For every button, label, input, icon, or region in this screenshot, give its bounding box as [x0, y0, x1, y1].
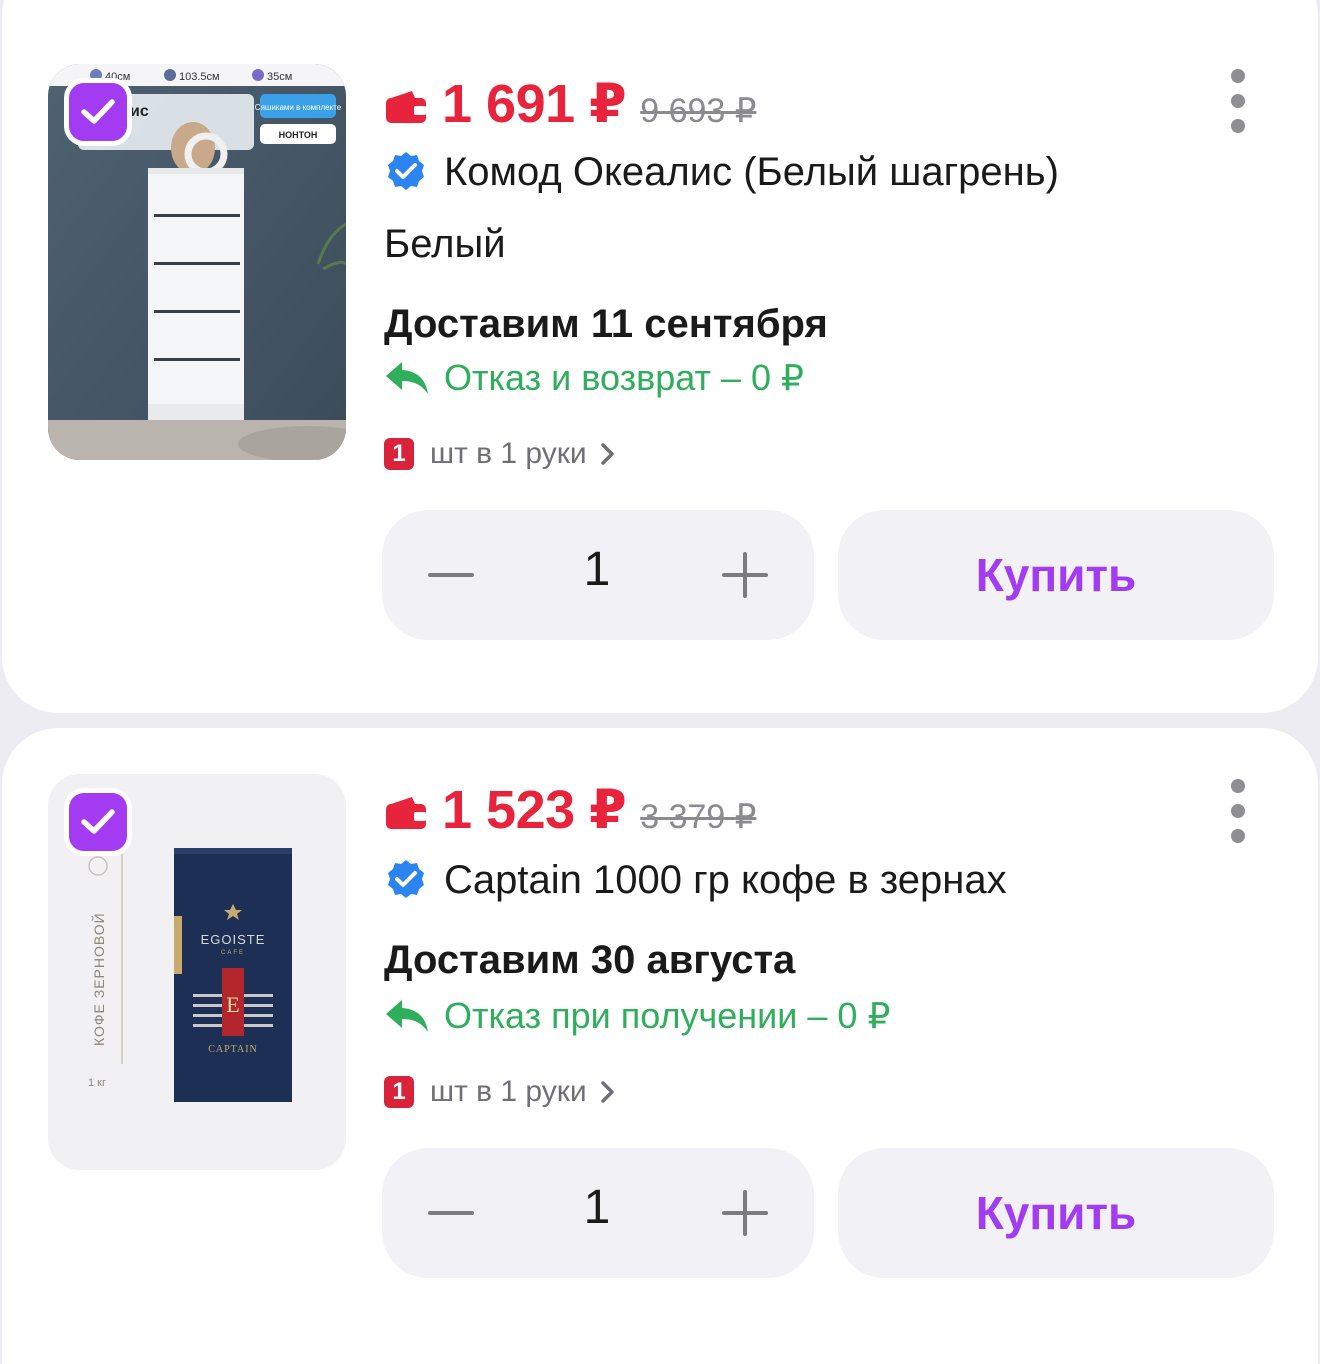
select-checkbox[interactable] — [64, 78, 132, 146]
purchase-limit[interactable]: 1 шт в 1 руки — [384, 434, 619, 474]
check-icon — [81, 809, 115, 834]
delivery-date: Доставим 30 августа — [384, 938, 796, 982]
verified-check-icon — [388, 152, 424, 190]
svg-text:Сяшиками в комплекте: Сяшиками в комплекте — [255, 103, 342, 112]
svg-text:CAFE: CAFE — [221, 950, 245, 956]
select-checkbox[interactable] — [64, 788, 132, 856]
return-policy: Отказ при получении – 0 ₽ — [384, 992, 890, 1040]
chevron-right-icon — [600, 443, 614, 465]
svg-text:EGOISTE: EGOISTE — [201, 932, 266, 947]
old-price: 3 379 ₽ — [640, 798, 757, 836]
limit-badge: 1 — [384, 438, 414, 470]
plus-icon[interactable] — [720, 1188, 770, 1238]
limit-text: шт в 1 руки — [430, 437, 587, 470]
return-text: Отказ при получении – 0 ₽ — [444, 995, 891, 1036]
purchase-limit[interactable]: 1 шт в 1 руки — [384, 1072, 619, 1112]
svg-text:КОФЕ ЗЕРНОВОЙ: КОФЕ ЗЕРНОВОЙ — [90, 912, 107, 1046]
quantity-value: 1 — [583, 1181, 611, 1234]
old-price: 9 693 ₽ — [640, 92, 757, 130]
return-arrow-icon — [386, 1000, 428, 1032]
cart-item-card: КОФЕ ЗЕРНОВОЙ 1 кг EGOISTE CAFE E CAPTAI… — [2, 728, 1318, 1364]
cart-item-card: 40см 103.5см 35см ис Сяшиками в комплект… — [2, 0, 1318, 713]
svg-text:35см: 35см — [267, 71, 292, 83]
svg-text:1 кг: 1 кг — [88, 1077, 106, 1089]
quantity-stepper: 1 — [382, 510, 814, 640]
wallet-icon — [386, 797, 426, 829]
limit-badge: 1 — [384, 1076, 414, 1108]
chevron-right-icon — [600, 1081, 614, 1103]
check-icon — [81, 99, 115, 124]
price-row: 1 691 ₽ 9 693 ₽ — [384, 72, 756, 142]
product-title: Captain 1000 гр кофе в зернах — [444, 857, 1007, 902]
more-vertical-icon[interactable] — [1224, 778, 1252, 844]
svg-text:E: E — [226, 992, 239, 1017]
svg-text:103.5см: 103.5см — [179, 71, 220, 83]
quantity-value: 1 — [583, 543, 611, 596]
product-variant: Белый — [384, 222, 506, 266]
verified-check-icon — [388, 860, 424, 898]
product-title-row[interactable]: Комод Океалис (Белый шагрень) — [384, 146, 1059, 198]
svg-text:ис: ис — [130, 103, 149, 120]
more-vertical-icon[interactable] — [1224, 68, 1252, 134]
limit-text: шт в 1 руки — [430, 1075, 587, 1108]
product-title-row[interactable]: Captain 1000 гр кофе в зернах — [384, 854, 1007, 906]
return-text: Отказ и возврат – 0 ₽ — [444, 357, 804, 398]
quantity-stepper: 1 — [382, 1148, 814, 1278]
delivery-date: Доставим 11 сентября — [384, 302, 828, 346]
return-arrow-icon — [386, 362, 428, 394]
product-title: Комод Океалис (Белый шагрень) — [444, 149, 1059, 194]
plus-icon[interactable] — [720, 550, 770, 600]
wallet-icon — [386, 91, 426, 123]
minus-icon[interactable] — [426, 1188, 476, 1238]
minus-icon[interactable] — [426, 550, 476, 600]
buy-button[interactable]: Купить — [838, 510, 1274, 640]
return-policy: Отказ и возврат – 0 ₽ — [384, 354, 804, 402]
svg-text:CAPTAIN: CAPTAIN — [208, 1044, 258, 1055]
current-price: 1 523 ₽ — [442, 780, 627, 840]
svg-text:HOHTOH: HOHTOH — [279, 130, 318, 140]
buy-button[interactable]: Купить — [838, 1148, 1274, 1278]
price-row: 1 523 ₽ 3 379 ₽ — [384, 778, 756, 848]
current-price: 1 691 ₽ — [442, 74, 627, 134]
